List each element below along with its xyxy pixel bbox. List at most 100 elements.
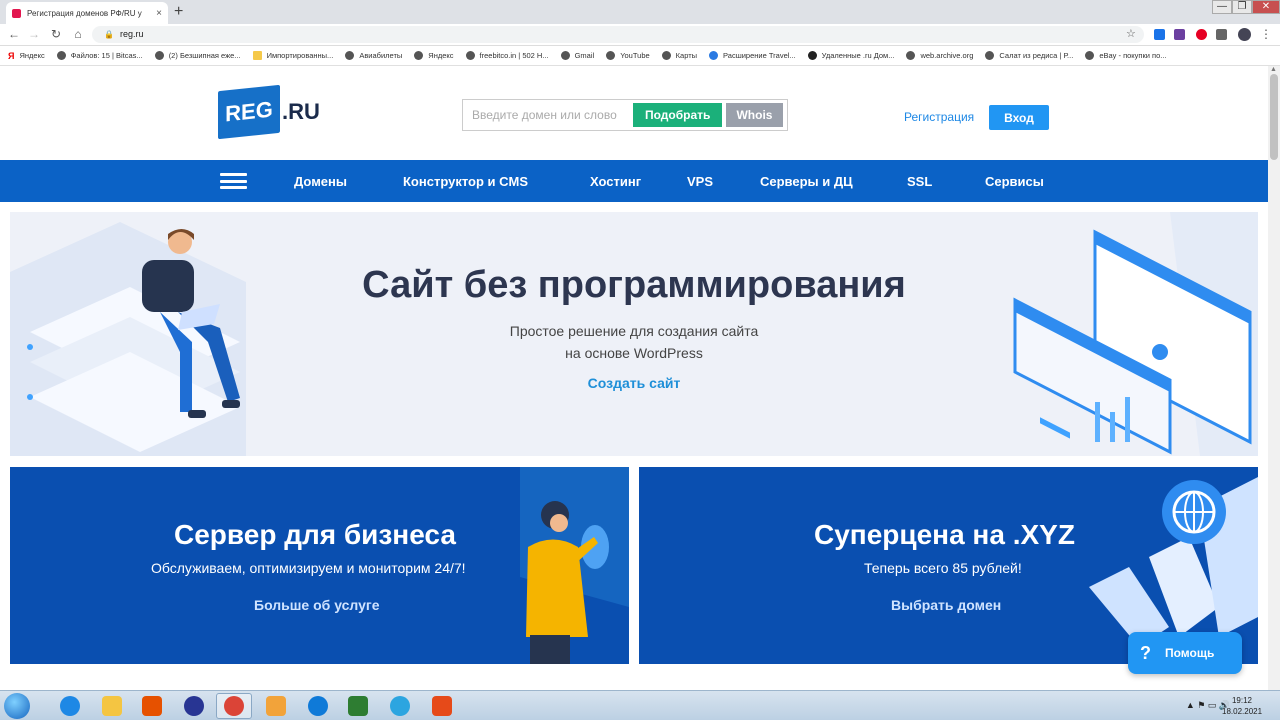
bookmark-item[interactable]: Карты: [661, 51, 698, 60]
extensions-puzzle-icon[interactable]: [1216, 29, 1227, 40]
bookmark-item[interactable]: Яндекс: [414, 51, 454, 60]
bookmark-label: YouTube: [620, 51, 650, 60]
app-icon: [432, 696, 452, 716]
browser-tab[interactable]: Регистрация доменов РФ/RU у ×: [6, 2, 168, 24]
maximize-button[interactable]: ❐: [1232, 0, 1252, 14]
globe-icon: [807, 51, 817, 60]
forward-icon[interactable]: →: [26, 27, 42, 41]
globe-icon: [985, 51, 995, 60]
tab-title: Регистрация доменов РФ/RU у: [27, 8, 142, 18]
taskbar-app-1[interactable]: [94, 693, 130, 719]
bookmark-label: (2) Безшипная еже...: [168, 51, 241, 60]
reload-icon[interactable]: ↻: [48, 27, 64, 41]
taskbar-app-4[interactable]: [216, 693, 252, 719]
nav-constructor-cms[interactable]: Конструктор и CMS: [403, 174, 528, 189]
system-clock[interactable]: 19:12 18.02.2021: [1222, 695, 1262, 717]
extension-1-icon[interactable]: [1154, 29, 1165, 40]
page-scrollbar[interactable]: ▲: [1268, 66, 1280, 690]
promo-xyz-link[interactable]: Выбрать домен: [891, 597, 1001, 613]
hamburger-menu-icon[interactable]: [220, 173, 247, 189]
server-man-illustration: [520, 467, 629, 664]
bookmark-item[interactable]: Салат из редиса | Р...: [985, 51, 1073, 60]
taskbar-app-9[interactable]: [424, 693, 460, 719]
promo-server-title: Сервер для бизнеса: [174, 519, 456, 550]
taskbar-app-8[interactable]: [382, 693, 418, 719]
bookmark-label: Авиабилеты: [359, 51, 403, 60]
promo-server-business[interactable]: Сервер для бизнеса Обслуживаем, оптимизи…: [10, 467, 629, 664]
paint-icon: [266, 696, 286, 716]
nav-services[interactable]: Сервисы: [985, 174, 1044, 189]
pinterest-icon[interactable]: [1196, 29, 1207, 40]
taskbar-app-6[interactable]: [300, 693, 336, 719]
edge-icon: [308, 696, 328, 716]
taskbar-app-0[interactable]: [52, 693, 88, 719]
nav-domains[interactable]: Домены: [294, 174, 347, 189]
register-link[interactable]: Регистрация: [904, 110, 974, 124]
globe-icon: [906, 51, 916, 60]
media-player-icon: [142, 696, 162, 716]
hero-banner[interactable]: Сайт без программирования Простое решени…: [10, 212, 1258, 456]
logo-box: REG: [218, 84, 280, 140]
ie-icon: [60, 696, 80, 716]
bookmark-item[interactable]: Файлов: 15 | Bitcas...: [56, 51, 143, 60]
address-input[interactable]: 🔒 reg.ru: [92, 26, 1144, 43]
extension-2-icon[interactable]: [1174, 29, 1185, 40]
bookmark-item[interactable]: Я Яндекс: [8, 51, 45, 61]
taskbar-app-2[interactable]: [134, 693, 170, 719]
bookmark-item[interactable]: Авиабилеты: [345, 51, 402, 60]
bookmark-item[interactable]: (2) Безшипная еже...: [154, 51, 241, 60]
help-question-icon: ?: [1140, 642, 1151, 663]
bookmark-label: Импортированны...: [266, 51, 334, 60]
bookmark-item[interactable]: Gmail: [560, 51, 594, 60]
bookmark-item[interactable]: Импортированны...: [252, 51, 334, 60]
bookmark-item[interactable]: freebitco.in | 502 H...: [465, 51, 549, 60]
logo-suffix: .RU: [282, 99, 320, 124]
bookmark-item[interactable]: web.archive.org: [906, 51, 973, 60]
nav-vps[interactable]: VPS: [687, 174, 713, 189]
firefox-icon: [184, 696, 204, 716]
domain-search-input[interactable]: [472, 108, 630, 122]
nav-servers-dc[interactable]: Серверы и ДЦ: [760, 174, 853, 189]
bookmark-item[interactable]: eBay - покупки по...: [1085, 51, 1167, 60]
globe-icon: [414, 51, 424, 60]
promo-xyz-title: Суперцена на .XYZ: [814, 519, 1075, 550]
taskbar-app-3[interactable]: [176, 693, 212, 719]
nav-hosting[interactable]: Хостинг: [590, 174, 641, 189]
bookmark-item[interactable]: YouTube: [606, 51, 650, 60]
globe-icon: [56, 51, 66, 60]
regru-logo[interactable]: REG .RU: [218, 84, 320, 140]
scrollbar-thumb[interactable]: [1270, 74, 1278, 160]
taskbar-app-5[interactable]: [258, 693, 294, 719]
profile-avatar[interactable]: [1238, 28, 1251, 41]
bookmark-star-icon[interactable]: ☆: [1126, 27, 1136, 40]
home-icon[interactable]: ⌂: [70, 27, 86, 41]
new-tab-button[interactable]: +: [174, 3, 183, 21]
globe-icon: [345, 51, 355, 60]
start-button-icon[interactable]: [4, 693, 30, 719]
bookmark-label: Карты: [675, 51, 698, 60]
bookmark-label: Яндекс: [19, 51, 45, 60]
promo-server-link[interactable]: Больше об услуге: [254, 597, 380, 613]
tab-close-icon[interactable]: ×: [156, 8, 162, 19]
clock-time: 19:12: [1231, 696, 1253, 705]
bookmark-label: Яндекс: [428, 51, 454, 60]
globe-icon: [709, 51, 719, 60]
help-widget-button[interactable]: ? Помощь: [1128, 632, 1242, 674]
close-window-button[interactable]: ✕: [1252, 0, 1280, 14]
back-icon[interactable]: ←: [6, 27, 22, 41]
bookmark-item[interactable]: Расширение Travel...: [709, 51, 796, 60]
main-nav: Домены Конструктор и CMS Хостинг VPS Сер…: [0, 160, 1268, 202]
bookmark-item[interactable]: Удаленные .ru Дом...: [807, 51, 894, 60]
whois-button[interactable]: Whois: [725, 103, 783, 127]
login-button[interactable]: Вход: [989, 105, 1049, 130]
bookmark-label: eBay - покупки по...: [1099, 51, 1167, 60]
bookmark-label: freebitco.in | 502 H...: [479, 51, 549, 60]
taskbar-app-7[interactable]: [340, 693, 376, 719]
scroll-up-icon[interactable]: ▲: [1270, 66, 1277, 73]
minimize-button[interactable]: —: [1212, 0, 1232, 14]
globe-icon: [560, 51, 570, 60]
pick-domain-button[interactable]: Подобрать: [633, 103, 722, 127]
bookmark-label: Файлов: 15 | Bitcas...: [70, 51, 143, 60]
browser-menu-icon[interactable]: ⋮: [1258, 27, 1274, 41]
nav-ssl[interactable]: SSL: [907, 174, 932, 189]
